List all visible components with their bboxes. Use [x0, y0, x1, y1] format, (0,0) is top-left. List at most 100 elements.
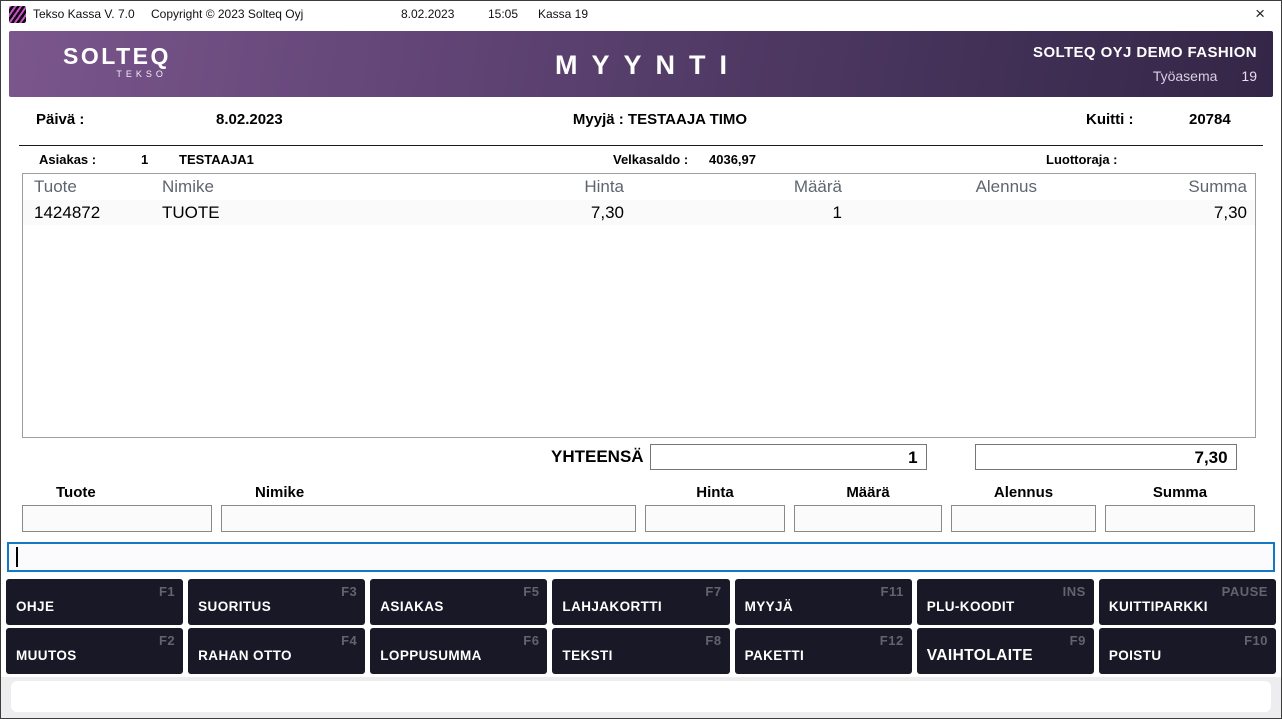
table-row[interactable]: 1424872 TUOTE 7,30 1 7,30	[23, 200, 1255, 225]
close-icon[interactable]: ×	[1251, 3, 1269, 25]
titlebar-register: Kassa 19	[538, 7, 589, 21]
totals-row: YHTEENSÄ 1 7,30	[1, 444, 1281, 470]
fkey-shortcut: INS	[1062, 584, 1086, 599]
info-row: Päivä : 8.02.2023 Myyjä : TESTAAJA TIMO …	[1, 97, 1281, 145]
cell-tuote: 1424872	[34, 202, 101, 222]
cell-nimike: TUOTE	[162, 202, 220, 222]
entry-label-nimike: Nimike	[255, 484, 305, 501]
column-header-hinta: Hinta	[584, 177, 624, 196]
fkey-shortcut: F4	[341, 633, 358, 648]
copyright-text: Copyright © 2023 Solteq Oyj	[151, 7, 304, 21]
fkey-plu-koodit[interactable]: PLU-KOODIT INS	[916, 579, 1094, 625]
customer-name: TESTAAJA1	[179, 152, 254, 167]
titlebar-time: 15:05	[488, 7, 519, 21]
cell-summa: 7,30	[1213, 202, 1247, 222]
entry-label-tuote: Tuote	[56, 484, 96, 501]
fkey-label: POISTU	[1108, 648, 1162, 663]
fkey-shortcut: F3	[341, 584, 358, 599]
fkey-teksti[interactable]: TEKSTI F8	[552, 628, 730, 674]
status-message-box	[11, 681, 1271, 712]
fkey-suoritus[interactable]: SUORITUS F3	[188, 579, 366, 625]
fkey-myyja[interactable]: MYYJÄ F11	[734, 579, 912, 625]
text-caret	[16, 547, 18, 567]
totals-quantity-box: 1	[649, 444, 927, 470]
app-title: Tekso Kassa V. 7.0	[33, 7, 135, 21]
fkey-ohje[interactable]: OHJE F1	[6, 579, 184, 625]
customer-number: 1	[141, 152, 149, 167]
fkey-paketti[interactable]: PAKETTI F12	[734, 628, 912, 674]
totals-label: YHTEENSÄ	[551, 447, 644, 466]
titlebar-date: 8.02.2023	[401, 7, 455, 21]
fkey-label: LAHJAKORTTI	[562, 599, 663, 614]
cell-hinta: 7,30	[590, 202, 624, 222]
fkey-loppusumma[interactable]: LOPPUSUMMA F6	[370, 628, 548, 674]
debt-label: Velkasaldo :	[613, 152, 689, 167]
tuote-input[interactable]	[22, 505, 212, 532]
function-key-grid: OHJE F1 SUORITUS F3 ASIAKAS F5 LAHJAKORT…	[1, 579, 1281, 674]
fkey-label: MUUTOS	[16, 648, 77, 663]
maara-input[interactable]	[794, 505, 942, 532]
fkey-shortcut: F10	[1244, 633, 1268, 648]
fkey-shortcut: F1	[158, 584, 176, 599]
nimike-input[interactable]	[221, 505, 636, 532]
entry-label-alennus: Alennus	[993, 484, 1054, 501]
fkey-rahan-otto[interactable]: RAHAN OTTO F4	[188, 628, 366, 674]
brand-header: SOLTEQ TEKSO MYYNTI SOLTEQ OYJ DEMO FASH…	[9, 31, 1273, 97]
workstation-number: 19	[1241, 68, 1257, 84]
status-bar	[1, 677, 1281, 718]
column-header-maara: Määrä	[793, 177, 842, 196]
receipt-value: 20784	[1189, 111, 1231, 128]
fkey-lahjakortti[interactable]: LAHJAKORTTI F7	[552, 579, 730, 625]
summa-input[interactable]	[1105, 505, 1255, 532]
fkey-vaihtolaite[interactable]: VAIHTOLAITE F9	[916, 628, 1094, 674]
debt-value: 4036,97	[709, 152, 756, 167]
fkey-muutos[interactable]: MUUTOS F2	[6, 628, 184, 674]
customer-label: Asiakas :	[39, 152, 97, 167]
fkey-label: SUORITUS	[198, 599, 272, 614]
entry-label-hinta: Hinta	[696, 484, 734, 501]
receipt-label: Kuitti :	[1086, 111, 1134, 128]
store-name: SOLTEQ OYJ DEMO FASHION	[1033, 44, 1257, 61]
fkey-shortcut: F6	[523, 633, 540, 648]
app-window: Tekso Kassa V. 7.0 Copyright © 2023 Solt…	[0, 0, 1282, 719]
fkey-label: VAIHTOLAITE	[926, 647, 1034, 664]
credit-limit-label: Luottoraja :	[1046, 152, 1118, 167]
fkey-label: KUITTIPARKKI	[1108, 599, 1208, 614]
sale-lines-table: Tuote Nimike Hinta Määrä Alennus Summa 1…	[22, 173, 1256, 438]
fkey-asiakas[interactable]: ASIAKAS F5	[370, 579, 548, 625]
fkey-label: OHJE	[16, 599, 55, 614]
workstation-info: Työasema 19	[1153, 68, 1257, 84]
fkey-label: ASIAKAS	[380, 599, 444, 614]
table-header-row: Tuote Nimike Hinta Määrä Alennus Summa	[23, 174, 1255, 200]
entry-label-maara: Määrä	[846, 484, 890, 501]
fkey-shortcut: PAUSE	[1221, 584, 1268, 599]
entry-inputs-row	[1, 505, 1281, 532]
app-window-icon	[9, 6, 26, 23]
totals-amount-box: 7,30	[974, 444, 1237, 470]
column-header-nimike: Nimike	[162, 177, 214, 196]
column-header-tuote: Tuote	[34, 177, 77, 196]
fkey-label: MYYJÄ	[744, 599, 794, 614]
hinta-input[interactable]	[645, 505, 785, 532]
command-line-input[interactable]	[7, 542, 1275, 572]
fkey-label: PAKETTI	[744, 648, 805, 663]
workstation-label: Työasema	[1152, 68, 1218, 84]
fkey-shortcut: F7	[705, 584, 722, 599]
alennus-input[interactable]	[951, 505, 1096, 532]
entry-labels-row: Tuote Nimike Hinta Määrä Alennus Summa	[1, 484, 1281, 502]
fkey-label: PLU-KOODIT	[926, 599, 1015, 614]
fkey-label: LOPPUSUMMA	[380, 648, 482, 663]
fkey-kuittiparkki[interactable]: KUITTIPARKKI PAUSE	[1098, 579, 1276, 625]
cell-maara: 1	[832, 202, 842, 222]
fkey-shortcut: F11	[880, 584, 904, 599]
fkey-shortcut: F12	[879, 633, 904, 648]
fkey-label: TEKSTI	[562, 648, 613, 663]
column-header-alennus: Alennus	[975, 177, 1037, 196]
fkey-shortcut: F2	[158, 633, 176, 648]
fkey-label: RAHAN OTTO	[198, 648, 292, 663]
entry-label-summa: Summa	[1152, 484, 1208, 501]
fkey-shortcut: F8	[705, 633, 722, 648]
fkey-poistu[interactable]: POISTU F10	[1098, 628, 1276, 674]
customer-row: Asiakas : 1 TESTAAJA1 Velkasaldo : 4036,…	[1, 146, 1281, 173]
fkey-shortcut: F9	[1069, 633, 1086, 648]
